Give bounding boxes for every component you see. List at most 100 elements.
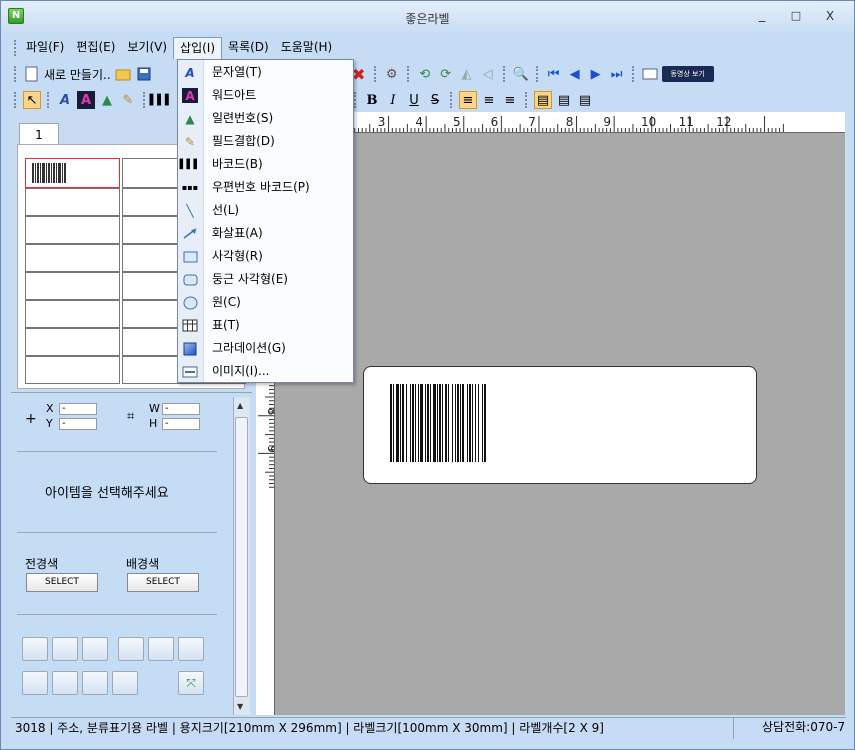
insert-wordart-item[interactable]: A 워드아트 [178, 84, 353, 107]
settings-gear-icon[interactable]: ⚙ [383, 65, 401, 83]
label-cell[interactable] [25, 244, 120, 272]
rotate-right-icon[interactable]: ⟳ [437, 65, 455, 83]
barcode-bar [410, 384, 411, 462]
menu-bar: 파일(F) 편집(E) 보기(V) 삽입(I) 목록(D) 도움말(H) [11, 37, 338, 59]
align-right-edges-button[interactable] [82, 637, 108, 661]
menu-help[interactable]: 도움말(H) [275, 37, 339, 59]
insert-line-item[interactable]: ╲ 선(L) [178, 199, 353, 222]
new-document-icon[interactable] [23, 65, 41, 83]
scroll-up-icon[interactable]: ▲ [237, 401, 243, 410]
valign-top-icon[interactable]: ▤ [534, 91, 552, 109]
barcode-object[interactable] [390, 384, 530, 464]
menu-view[interactable]: 보기(V) [121, 37, 173, 59]
bring-front-button[interactable] [112, 671, 138, 695]
video-guide-button[interactable]: 동영상 보기 [661, 66, 714, 82]
menu-insert[interactable]: 삽입(I) [173, 37, 223, 59]
print-preview-icon[interactable] [641, 65, 659, 83]
bold-icon[interactable]: B [363, 91, 381, 109]
menu-file[interactable]: 파일(F) [20, 37, 70, 59]
align-right-icon[interactable]: ≡ [501, 91, 519, 109]
underline-icon[interactable]: U [405, 91, 423, 109]
foreground-color-select-button[interactable]: SELECT [26, 573, 98, 592]
y-field[interactable]: - [59, 418, 97, 430]
scrollbar-thumb[interactable] [235, 417, 248, 697]
italic-icon[interactable]: I [384, 91, 402, 109]
flip-horizontal-icon[interactable]: ◭ [458, 65, 476, 83]
label-cell[interactable] [25, 300, 120, 328]
open-folder-icon[interactable] [114, 65, 132, 83]
same-width-button[interactable] [22, 671, 48, 695]
zoom-icon[interactable]: 🔍 [512, 65, 530, 83]
last-page-icon[interactable]: ⏭ [608, 65, 626, 83]
barcode-bar [393, 384, 394, 462]
properties-scrollbar[interactable]: ▲ ▼ [233, 397, 250, 715]
label-cell[interactable] [25, 216, 120, 244]
barcode-bar [430, 384, 431, 462]
rotate-left-icon[interactable]: ⟲ [416, 65, 434, 83]
insert-arrow-item[interactable]: 화살표(A) [178, 222, 353, 245]
label-cell[interactable] [25, 188, 120, 216]
barcode-bar [418, 384, 419, 462]
insert-field-merge-item[interactable]: ✎ 필드결합(D) [178, 130, 353, 153]
insert-barcode-item[interactable]: ▌▌▌ 바코드(B) [178, 153, 353, 176]
insert-circle-item[interactable]: 원(C) [178, 291, 353, 314]
w-field[interactable]: - [162, 403, 200, 415]
resize-icon: ⌗ [127, 409, 135, 424]
barcode-tool-icon[interactable]: ▌▌▌ [149, 91, 172, 109]
same-height-button[interactable] [52, 671, 78, 695]
text-tool-icon[interactable]: A [56, 91, 74, 109]
align-bottom-edges-button[interactable] [178, 637, 204, 661]
align-middles-button[interactable] [148, 637, 174, 661]
insert-serial-item[interactable]: ▲ 일련번호(S) [178, 107, 353, 130]
new-button-label[interactable]: 새로 만들기.. [44, 66, 111, 83]
minimize-button[interactable]: _ [749, 7, 775, 25]
ruler-tick-label: 8 [566, 115, 574, 129]
tab-page-1[interactable]: 1 [19, 123, 59, 145]
first-page-icon[interactable]: ⏮ [545, 65, 563, 83]
menu-list[interactable]: 목록(D) [222, 37, 275, 59]
label-cell[interactable] [25, 328, 120, 356]
pointer-tool-icon[interactable]: ↖ [23, 91, 41, 109]
align-center-icon[interactable]: ≡ [480, 91, 498, 109]
previous-page-icon[interactable]: ◀ [566, 65, 584, 83]
ruler-tick-label: 4 [415, 115, 423, 129]
serial-tool-icon[interactable]: ▲ [98, 91, 116, 109]
insert-rounded-rectangle-item[interactable]: 둥근 사각형(E) [178, 268, 353, 291]
background-color-select-button[interactable]: SELECT [127, 573, 199, 592]
flip-vertical-icon[interactable]: ◁ [479, 65, 497, 83]
insert-gradient-item[interactable]: 그라데이션(G) [178, 337, 353, 360]
insert-postal-barcode-item[interactable]: ▪▪▪ 우편번호 바코드(P) [178, 176, 353, 199]
insert-table-item[interactable]: 표(T) [178, 314, 353, 337]
strikethrough-icon[interactable]: S [426, 91, 444, 109]
valign-bottom-icon[interactable]: ▤ [576, 91, 594, 109]
barcode-bar [390, 384, 392, 462]
align-top-edges-button[interactable] [118, 637, 144, 661]
next-page-icon[interactable]: ▶ [587, 65, 605, 83]
label-design-area[interactable] [363, 366, 757, 484]
maximize-button[interactable]: □ [783, 7, 809, 25]
barcode-bar [420, 384, 423, 462]
label-cell-selected[interactable] [25, 158, 120, 188]
x-field[interactable]: - [59, 403, 97, 415]
wordart-tool-icon[interactable]: A [77, 91, 95, 109]
align-left-edges-button[interactable] [22, 637, 48, 661]
valign-middle-icon[interactable]: ▤ [555, 91, 573, 109]
status-phone: 상담전화:070-7 [733, 717, 846, 739]
fit-to-label-icon[interactable]: ⤧ [178, 671, 204, 695]
h-field[interactable]: - [162, 418, 200, 430]
save-icon[interactable] [135, 65, 153, 83]
field-tool-icon[interactable]: ✎ [119, 91, 137, 109]
label-cell[interactable] [25, 356, 120, 384]
close-button[interactable]: X [817, 7, 843, 25]
line-icon: ╲ [186, 203, 194, 218]
scroll-down-icon[interactable]: ▼ [237, 702, 243, 711]
menu-edit[interactable]: 편집(E) [70, 37, 121, 59]
insert-text-item[interactable]: A 문자열(T) [178, 61, 353, 84]
label-cell[interactable] [25, 272, 120, 300]
align-left-icon[interactable]: ≡ [459, 91, 477, 109]
insert-image-item[interactable]: 이미지(I)... [178, 360, 353, 383]
align-centers-button[interactable] [52, 637, 78, 661]
barcode-bar [455, 384, 456, 462]
same-size-button[interactable] [82, 671, 108, 695]
insert-rectangle-item[interactable]: 사각형(R) [178, 245, 353, 268]
